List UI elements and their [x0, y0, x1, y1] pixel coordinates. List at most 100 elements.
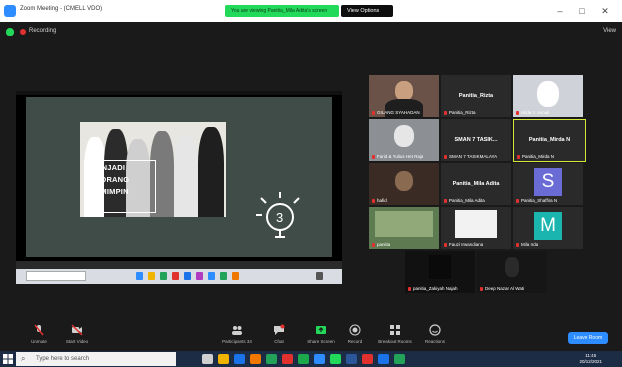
app-icon[interactable] — [282, 354, 293, 364]
participant-tile[interactable]: hafid — [369, 163, 439, 205]
participant-display-name: Panitia_Mila Adita — [452, 180, 500, 187]
security-shield-icon[interactable] — [6, 28, 14, 36]
edge-icon[interactable] — [378, 354, 389, 364]
firefox-icon[interactable] — [250, 354, 261, 364]
participant-name: hafid — [372, 198, 387, 203]
taskbar-clock[interactable]: 11:45 20/12/2021 — [579, 353, 602, 365]
participant-name: Farid & Yulius Het Raja — [372, 154, 423, 159]
presenter-toolbar — [16, 261, 342, 269]
chrome-icon[interactable] — [266, 354, 277, 364]
window-title: Zoom Meeting - (CMELL VDO) — [20, 6, 103, 12]
app-icon[interactable] — [394, 354, 405, 364]
participant-name: panitia — [372, 242, 390, 247]
recording-bar: Recording View — [0, 22, 622, 42]
participant-tile[interactable]: Deep Nazar Al Wati — [477, 251, 547, 293]
muted-mic-icon — [444, 154, 447, 159]
reactions-button[interactable]: Reactions — [410, 324, 460, 348]
participant-tile[interactable]: S Panitia_Shaffira N — [513, 163, 583, 205]
participant-name: GILANG SYAHADAN — [372, 110, 420, 115]
muted-mic-icon — [516, 198, 519, 203]
slide-title-line-1: MENJADI — [90, 163, 126, 172]
participant-name: Panitia_Mirda N — [517, 154, 554, 159]
zoom-taskbar-icon[interactable] — [314, 354, 325, 364]
muted-mic-icon — [517, 154, 520, 159]
participant-avatar-letter: M — [534, 211, 562, 240]
word-icon[interactable] — [346, 354, 357, 364]
lightbulb-icon: 3 — [256, 192, 300, 238]
whatsapp-icon[interactable] — [298, 354, 309, 364]
participant-display-name: Panitia_Rizta — [458, 92, 494, 99]
gallery-view-button[interactable]: View — [603, 28, 616, 34]
windows-taskbar: ⌕ Type here to search 11:45 20/12/2021 — [0, 351, 622, 367]
bulb-number: 3 — [276, 210, 283, 225]
maximize-button[interactable]: □ — [575, 5, 589, 17]
muted-mic-icon — [372, 154, 375, 159]
shared-search-box — [26, 271, 86, 281]
task-view-icon[interactable] — [202, 354, 213, 364]
participant-name: panitia_Zakiyah Najah — [408, 286, 458, 291]
shared-screen: MENJADI SEORANG PEMIMPIN 3 — [16, 91, 342, 284]
start-video-button[interactable]: Start Video — [52, 324, 102, 348]
shared-screen-taskbar — [16, 261, 342, 284]
taskbar-search-placeholder: Type here to search — [36, 356, 90, 362]
store-icon[interactable] — [234, 354, 245, 364]
zoom-meeting-screen: Zoom Meeting - (CMELL VDO) You are viewi… — [0, 0, 622, 367]
participant-tile[interactable]: Farid & Yulius Het Raja — [369, 119, 439, 161]
chat-icon — [274, 324, 285, 335]
participant-tile[interactable]: panitia — [369, 207, 439, 249]
participant-tile[interactable]: M Mila Irda — [513, 207, 583, 249]
window-titlebar: Zoom Meeting - (CMELL VDO) You are viewi… — [0, 0, 622, 22]
windows-start-icon[interactable] — [3, 354, 13, 364]
muted-mic-icon — [444, 110, 447, 115]
meeting-toolbar: Unmute Start Video Participants 34 Chat … — [0, 318, 622, 351]
minimize-button[interactable]: – — [553, 5, 567, 17]
participants-icon — [232, 326, 242, 335]
presentation-slide: MENJADI SEORANG PEMIMPIN 3 — [26, 97, 332, 257]
recording-dot-icon — [20, 29, 26, 35]
breakout-rooms-icon — [390, 325, 400, 335]
participant-name: Panitia_Shaffira N — [516, 198, 557, 203]
participant-tile[interactable]: GILANG SYAHADAN — [369, 75, 439, 117]
app-icon[interactable] — [330, 354, 341, 364]
participant-name: SMAN 7 TASIKMALAYA — [444, 154, 497, 159]
participant-display-name: SMAN 7 TASIK... — [454, 136, 498, 143]
muted-mic-icon — [408, 286, 411, 291]
leave-meeting-button[interactable]: Leave Room — [568, 332, 608, 344]
presenter-app-bar — [16, 269, 342, 284]
participant-tile[interactable]: Hilda Y. Ismail — [513, 75, 583, 117]
participants-count: 34 — [246, 339, 252, 344]
reactions-icon — [429, 324, 441, 336]
taskbar-search-box[interactable]: ⌕ Type here to search — [16, 352, 176, 366]
share-screen-icon — [316, 326, 326, 334]
reactions-label: Reactions — [424, 339, 445, 344]
active-speaker-tile[interactable]: Panitia_Mirda N Panitia_Mirda N — [513, 119, 586, 162]
participant-display-name: Panitia_Mirda N — [528, 137, 571, 144]
participant-tile[interactable]: Panitia_Rizta Panitia_Rizta — [441, 75, 511, 117]
participant-name: Fauzi Irwandiana — [444, 242, 483, 247]
screen-share-banner: You are viewing Panitia_Mila Adita's scr… — [225, 5, 339, 17]
participant-tile[interactable]: Fauzi Irwandiana — [441, 207, 511, 249]
app-icon[interactable] — [362, 354, 373, 364]
participant-tile[interactable]: panitia_Zakiyah Najah — [405, 251, 475, 293]
muted-mic-icon — [516, 242, 519, 247]
muted-mic-icon — [444, 198, 447, 203]
file-explorer-icon[interactable] — [218, 354, 229, 364]
slide-title-line-3: PEMIMPIN — [90, 187, 129, 196]
muted-mic-icon — [480, 286, 483, 291]
participant-name: Panitia_Mila Adita — [444, 198, 485, 203]
participant-tile[interactable]: SMAN 7 TASIK... SMAN 7 TASIKMALAYA — [441, 119, 511, 161]
search-icon: ⌕ — [21, 354, 26, 363]
view-options-button[interactable]: View Options — [341, 5, 393, 17]
muted-microphone-icon — [34, 324, 44, 336]
muted-mic-icon — [372, 110, 375, 115]
recording-label: Recording — [29, 28, 57, 34]
muted-mic-icon — [516, 110, 519, 115]
close-button[interactable]: ✕ — [598, 5, 612, 17]
muted-mic-icon — [372, 198, 375, 203]
participant-tile[interactable]: Panitia_Mila Adita Panitia_Mila Adita — [441, 163, 511, 205]
muted-mic-icon — [372, 242, 375, 247]
participant-name: Panitia_Rizta — [444, 110, 476, 115]
participant-name: Deep Nazar Al Wati — [480, 286, 524, 291]
zoom-app-icon — [4, 5, 16, 17]
clock-date: 20/12/2021 — [579, 359, 602, 364]
